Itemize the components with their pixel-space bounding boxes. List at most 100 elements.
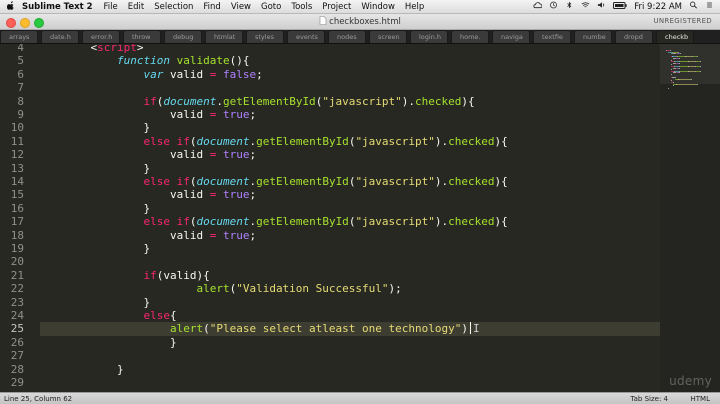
code-token: ; [249, 108, 257, 121]
minimap-line [699, 70, 701, 72]
code-token: getElementById [256, 134, 349, 148]
line-number: 26 [10, 335, 24, 349]
wifi-icon[interactable] [581, 1, 590, 12]
tab-checkboxes-active[interactable]: checkb [656, 30, 694, 43]
code-line[interactable]: if(document.getElementById("javascript")… [64, 94, 474, 108]
menu-help[interactable]: Help [405, 2, 424, 12]
line-number: 21 [10, 268, 24, 282]
code-token: } [143, 201, 151, 215]
minimap-line [697, 56, 699, 58]
syntax-selector[interactable]: HTML [691, 395, 710, 403]
menu-view[interactable]: View [231, 2, 251, 12]
menu-find[interactable]: Find [203, 2, 220, 12]
code-token: ; [249, 228, 257, 242]
tab-dropdown[interactable]: dropd [615, 30, 653, 43]
code-line[interactable]: alert("Please select atleast one technol… [64, 322, 480, 335]
line-number: 24 [10, 309, 24, 322]
apple-icon[interactable] [4, 0, 18, 13]
code-token: true [222, 148, 250, 162]
app-name-menu[interactable]: Sublime Text 2 [22, 2, 93, 12]
registration-status: UNREGISTERED [653, 17, 712, 25]
menu-file[interactable]: File [104, 2, 118, 12]
time-machine-icon[interactable] [549, 1, 558, 12]
tab-arrays[interactable]: arrays [0, 30, 38, 43]
code-line[interactable]: function validate(){ [64, 54, 249, 67]
window-title-text: checkboxes.html [329, 17, 401, 27]
code-token: document [196, 215, 250, 229]
minimap-line [688, 61, 695, 63]
code-line[interactable]: } [64, 336, 177, 349]
tab-home[interactable]: home. [451, 30, 489, 43]
tab-error[interactable]: error.h [82, 30, 120, 43]
tab-htmlat[interactable]: htmlat [205, 30, 243, 43]
code-line[interactable]: else if(document.getElementById("javascr… [64, 134, 507, 148]
minimap-line [668, 88, 670, 90]
code-line[interactable]: var valid = false; [64, 68, 262, 81]
code-line[interactable]: alert("Validation Successful"); [64, 282, 401, 295]
code-line[interactable]: } [64, 121, 150, 134]
line-number: 8 [17, 94, 24, 108]
menu-edit[interactable]: Edit [128, 2, 144, 12]
code-token: } [143, 295, 151, 309]
line-number: 23 [10, 295, 24, 309]
code-line[interactable]: valid = true; [64, 108, 256, 121]
tab-number[interactable]: numbe [574, 30, 612, 43]
volume-icon[interactable] [597, 1, 606, 12]
battery-icon[interactable] [613, 1, 627, 12]
menu-window[interactable]: Window [361, 2, 395, 12]
code-token: validate [176, 54, 230, 68]
code-token: document [163, 94, 217, 108]
code-line[interactable]: } [64, 202, 150, 215]
tab-nodes[interactable]: nodes [328, 30, 366, 43]
code-line[interactable]: } [64, 162, 150, 175]
code-line[interactable]: else{ [64, 309, 176, 322]
code-area[interactable]: <script> function validate(){ var valid … [40, 44, 700, 392]
code-token: script [97, 44, 137, 54]
spotlight-search-icon[interactable] [689, 1, 698, 12]
code-line[interactable]: } [64, 363, 124, 376]
notification-center-icon[interactable] [705, 1, 714, 12]
code-token: else [143, 134, 170, 148]
code-line[interactable]: valid = true; [64, 188, 256, 201]
editor-pane[interactable]: 4 5 6 7 8 9 10 11 12 13 14 15 16 17 18 19 20 21 22 23 24 25 26… [0, 44, 720, 392]
menu-extras: Fri 9:22 AM [526, 1, 720, 12]
line-number: 29 [10, 376, 24, 389]
code-line[interactable]: if(valid){ [64, 268, 209, 282]
code-line[interactable]: <script> [64, 44, 144, 54]
code-line[interactable]: } [64, 242, 150, 255]
menu-tools[interactable]: Tools [291, 2, 312, 12]
code-token: "javascript" [355, 215, 435, 229]
tab-debug[interactable]: debug [164, 30, 202, 43]
code-token: } [169, 335, 177, 349]
code-line[interactable]: valid = true; [64, 148, 256, 161]
tab-navigation[interactable]: naviga [492, 30, 530, 43]
menu-project[interactable]: Project [322, 2, 351, 12]
menu-clock[interactable]: Fri 9:22 AM [634, 2, 682, 12]
code-line[interactable]: else if(document.getElementById("javascr… [64, 215, 507, 229]
line-number: 25 [10, 322, 24, 336]
code-token: if [143, 268, 157, 282]
minimap-line [679, 53, 681, 55]
tab-size-selector[interactable]: Tab Size: 4 [631, 395, 668, 403]
tab-date[interactable]: date.h [41, 30, 79, 43]
code-line[interactable]: } [64, 296, 150, 309]
menu-goto[interactable]: Goto [261, 2, 281, 12]
tab-screen[interactable]: screen [369, 30, 407, 43]
tab-textfield[interactable]: textfie [533, 30, 571, 43]
code-token: } [143, 242, 151, 255]
tab-throw[interactable]: throw [123, 30, 161, 43]
tab-styles[interactable]: styles [246, 30, 284, 43]
code-line[interactable]: valid = true; [64, 229, 256, 242]
tab-login[interactable]: login.h [410, 30, 448, 43]
tab-events[interactable]: events [287, 30, 325, 43]
bluetooth-icon[interactable] [565, 1, 574, 12]
minimap[interactable] [660, 44, 720, 392]
cloud-icon[interactable] [533, 1, 543, 12]
code-line[interactable]: else if(document.getElementById("javascr… [64, 175, 507, 188]
menu-selection[interactable]: Selection [154, 2, 193, 12]
